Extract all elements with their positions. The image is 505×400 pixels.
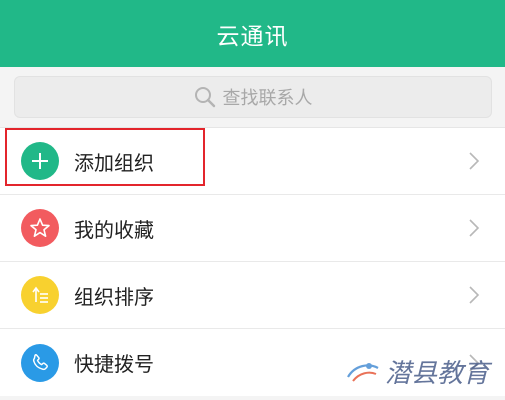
app-header: 云通讯	[0, 0, 505, 67]
sort-icon	[21, 276, 59, 314]
phone-icon	[21, 343, 59, 382]
watermark-text: 潜县教育	[384, 359, 489, 389]
watermark-logo-icon	[345, 359, 381, 385]
chevron-right-icon	[467, 218, 481, 238]
watermark: 潜县教育	[345, 353, 489, 390]
list-item-favorites[interactable]: 我的收藏	[0, 195, 505, 262]
list-item-label: 添加组织	[74, 150, 154, 175]
page-title: 云通讯	[216, 23, 289, 50]
list-item-add-organization[interactable]: 添加组织	[0, 128, 505, 195]
search-icon	[193, 85, 217, 109]
search-input[interactable]: 查找联系人	[13, 76, 492, 118]
chevron-right-icon	[467, 151, 481, 171]
list-item-label: 组织排序	[74, 284, 154, 309]
list-item-label: 我的收藏	[74, 217, 154, 242]
list-item-organization-sort[interactable]: 组织排序	[0, 262, 505, 329]
chevron-right-icon	[467, 285, 481, 305]
search-placeholder: 查找联系人	[222, 88, 313, 109]
app-root: 云通讯 查找联系人 添加组织 我的收藏 组织排序 快捷拨号 潜县教育	[0, 0, 505, 400]
star-icon	[21, 209, 59, 247]
plus-icon	[21, 142, 59, 180]
search-container: 查找联系人	[0, 67, 505, 127]
